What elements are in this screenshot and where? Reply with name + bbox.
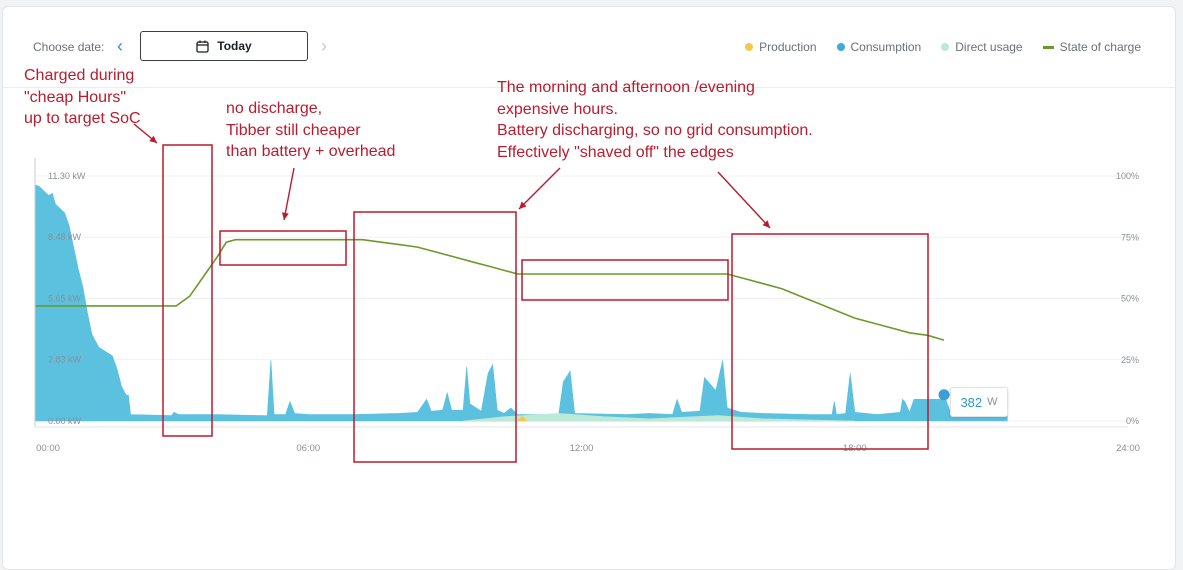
y-left-tick-label: 2.83 kW xyxy=(48,355,82,365)
current-value-tooltip: 382 W xyxy=(950,387,1008,417)
annotation-line: The morning and afternoon /evening xyxy=(497,79,755,96)
annotation-discharging: The morning and afternoon /evening expen… xyxy=(497,77,813,163)
annotation-no-discharge: no discharge, Tibber still cheaper than … xyxy=(226,98,395,163)
line-state-of-charge xyxy=(35,238,945,341)
x-tick-label: 24:00 xyxy=(1116,443,1140,454)
annotation-line: no discharge, xyxy=(226,100,323,117)
y-right-tick-label: 0% xyxy=(1126,416,1139,426)
y-right-tick-label: 25% xyxy=(1121,355,1139,365)
soc-layer xyxy=(35,238,945,341)
annotation-arrow xyxy=(717,171,771,229)
annotation-line: up to target SoC xyxy=(24,110,141,127)
annotation-line: Effectively "shaved off" the edges xyxy=(497,143,734,161)
tooltip-unit: W xyxy=(987,396,998,408)
annotation-line: expensive hours. xyxy=(497,100,618,118)
annotation-box xyxy=(219,230,347,266)
y-right-tick-label: 50% xyxy=(1121,294,1139,304)
annotation-box xyxy=(162,144,213,437)
y-left-tick-label: 5.65 kW xyxy=(48,294,82,304)
x-tick-label: 00:00 xyxy=(36,443,60,454)
y-left-tick-label: 0.00 kW xyxy=(48,416,82,426)
arrow-head xyxy=(281,212,289,220)
y-right-tick-label: 75% xyxy=(1121,232,1139,242)
current-point-marker xyxy=(938,389,950,401)
annotation-line: Tibber still cheaper xyxy=(226,121,361,139)
annotation-box xyxy=(521,259,729,301)
x-tick-label: 06:00 xyxy=(296,443,320,454)
x-tick-label: 12:00 xyxy=(570,443,594,454)
annotation-charged: Charged during "cheap Hours" up to targe… xyxy=(24,65,141,130)
annotation-line: "cheap Hours" xyxy=(24,88,127,106)
tooltip-value: 382 xyxy=(960,394,983,410)
chart-grid xyxy=(35,175,1128,422)
y-left-tick-label: 8.48 kW xyxy=(48,232,82,242)
annotation-box xyxy=(353,211,517,463)
annotation-line: Charged during xyxy=(24,67,135,84)
annotation-arrow xyxy=(518,167,561,210)
y-left-tick-label: 11.30 kW xyxy=(48,171,86,181)
arrow-shaft xyxy=(717,171,771,229)
annotation-line: Battery discharging, so no grid consumpt… xyxy=(497,122,813,139)
y-right-tick-label: 100% xyxy=(1116,171,1139,181)
arrow-shaft xyxy=(518,167,561,210)
annotation-line: than battery + overhead xyxy=(226,143,396,160)
